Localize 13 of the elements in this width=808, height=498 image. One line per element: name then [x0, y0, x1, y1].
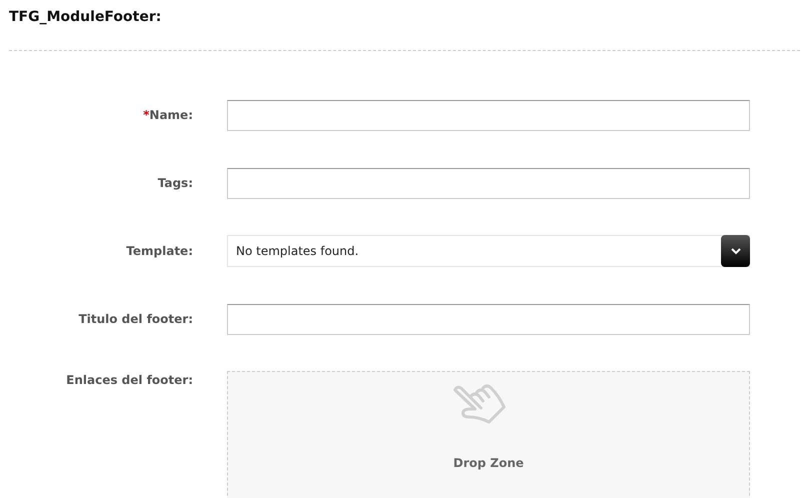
input-field[interactable] [227, 304, 750, 334]
field-label: Template: [125, 244, 193, 258]
field-label: Titulo del footer: [78, 312, 193, 326]
field-label: *Name: [142, 108, 193, 122]
drop-zone-label: Drop Zone [453, 456, 524, 470]
input-field[interactable] [227, 100, 750, 130]
field-label: Tags: [156, 176, 193, 190]
input-field[interactable] [227, 168, 750, 198]
field-label: Enlaces del footer: [65, 372, 193, 387]
drop-zone[interactable]: Drop Zone [227, 371, 750, 498]
template-dropdown[interactable]: No templates found. [227, 235, 750, 267]
caret-icon [721, 235, 750, 267]
form-title: TFG_ModuleFooter: [8, 8, 162, 27]
